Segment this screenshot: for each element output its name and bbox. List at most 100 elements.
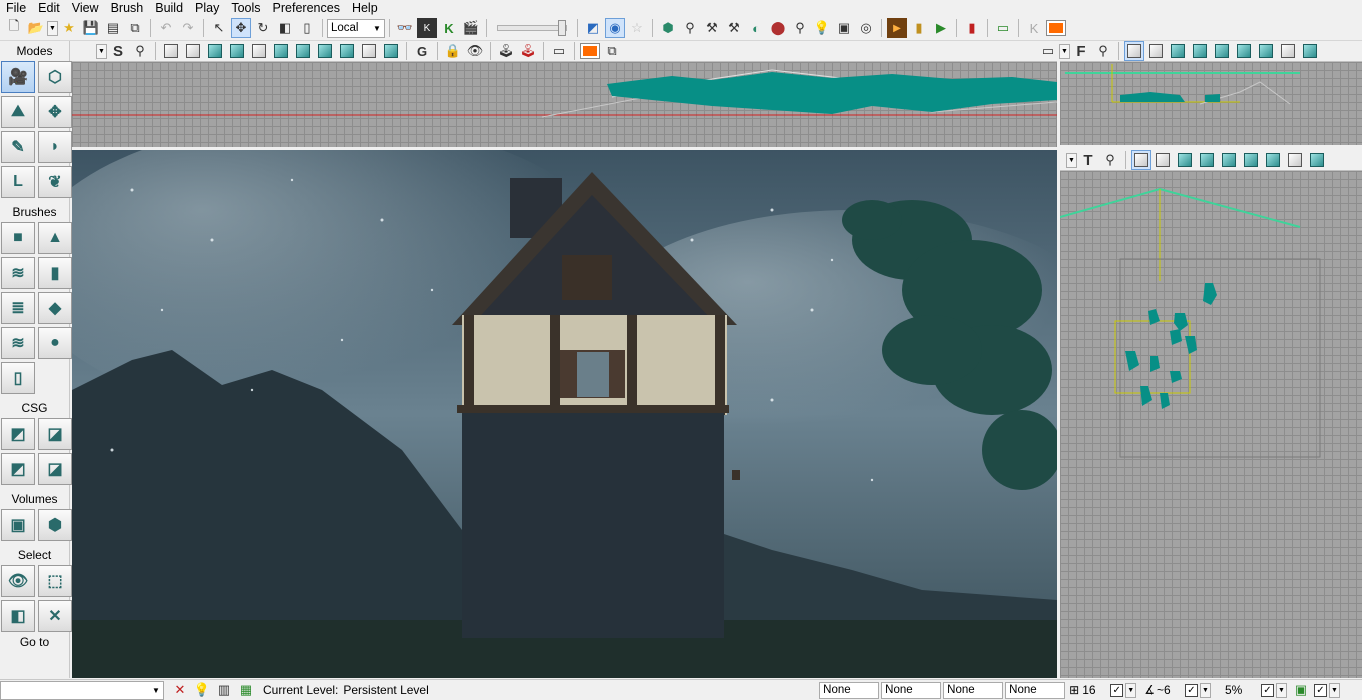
autosave-dropdown[interactable]: ▼ <box>1329 682 1340 698</box>
generic-browser-icon[interactable]: ⬤ <box>768 18 788 38</box>
texture-density-icon[interactable] <box>293 41 313 61</box>
landscape-button[interactable]: L <box>1 166 35 198</box>
menu-preferences[interactable]: Preferences <box>267 0 346 16</box>
cylinder-brush-button[interactable]: ▮ <box>38 257 72 289</box>
lighting-only-icon[interactable] <box>249 41 269 61</box>
hide-selected-button[interactable]: ⬚ <box>38 565 72 597</box>
texture-align-button[interactable]: ✎ <box>1 131 35 163</box>
select-arrow-icon[interactable]: ↖ <box>209 18 229 38</box>
joystick-red-icon[interactable]: 🕹 <box>518 41 538 61</box>
kill-icon[interactable]: ✕ <box>170 680 190 700</box>
static-mesh-button[interactable]: ◗ <box>38 131 72 163</box>
light-complexity-icon[interactable] <box>1234 41 1254 61</box>
search-actors-icon[interactable]: ⚲ <box>790 18 810 38</box>
select-none-button[interactable]: ✕ <box>38 600 72 632</box>
spiral-stair-button[interactable]: ≋ <box>1 327 35 359</box>
realtime-toggle-icon[interactable]: ⚲ <box>1093 41 1113 61</box>
matinee-clapper-icon[interactable]: 🎬 <box>461 18 481 38</box>
lit-icon[interactable] <box>1197 150 1217 170</box>
viewport-color-swatch[interactable] <box>580 41 600 61</box>
build-lighting-icon[interactable]: ◉ <box>605 18 625 38</box>
non-uniform-scale-icon[interactable]: ▯ <box>297 18 317 38</box>
grid-level-icon[interactable]: ▥ <box>214 680 234 700</box>
build-cover-icon[interactable]: ⚲ <box>680 18 700 38</box>
brush-wireframe-icon[interactable] <box>1146 41 1166 61</box>
wireframe-icon[interactable] <box>161 41 181 61</box>
menu-view[interactable]: View <box>66 0 105 16</box>
wireframe-icon[interactable] <box>1131 150 1151 170</box>
unreal-console-icon[interactable]: ▭ <box>993 18 1013 38</box>
move-widget-button[interactable]: ✥ <box>38 96 72 128</box>
static-mesh-editor-icon[interactable]: ◎ <box>856 18 876 38</box>
maximize-box-icon[interactable]: ▭ <box>1038 41 1058 61</box>
sheet-brush-button[interactable]: ◆ <box>38 292 72 324</box>
light-complexity-icon[interactable] <box>271 41 291 61</box>
scale-snap-dropdown[interactable]: ▼ <box>1276 682 1287 698</box>
autosave-checkbox[interactable]: ✓ <box>1314 683 1327 697</box>
scale-snap-checkbox[interactable]: ✓ <box>1261 683 1274 697</box>
csg-add-button[interactable]: ◩ <box>1 418 35 450</box>
lightbulb-icon[interactable]: 💡 <box>812 18 832 38</box>
light-complexity-icon[interactable] <box>1241 150 1261 170</box>
open-recent-dropdown[interactable]: ▼ <box>47 20 58 36</box>
reflections-icon[interactable] <box>1285 150 1305 170</box>
play-on-console-icon[interactable]: ▶ <box>931 18 951 38</box>
kismet-disabled-icon[interactable]: K <box>1024 18 1044 38</box>
top-viewport-grid[interactable] <box>1060 171 1362 678</box>
menu-file[interactable]: File <box>0 0 32 16</box>
show-selected-button[interactable]: 👁 <box>1 565 35 597</box>
unlit-icon[interactable] <box>1175 150 1195 170</box>
lit-icon[interactable] <box>1190 41 1210 61</box>
lighting-only-icon[interactable] <box>1219 150 1239 170</box>
detach-viewport-icon[interactable]: ⧉ <box>602 41 622 61</box>
rotation-snap-dropdown[interactable]: ▼ <box>1200 682 1211 698</box>
build-all-icon[interactable]: ⚒ <box>702 18 722 38</box>
goto-dropdown[interactable]: ▼ <box>0 680 164 700</box>
csg-subtract-button[interactable]: ◪ <box>38 418 72 450</box>
volume-list-button[interactable]: ⬢ <box>38 509 72 541</box>
binoculars-search-icon[interactable]: 👓 <box>395 18 415 38</box>
camera-mode-button[interactable]: 🎥 <box>1 61 35 93</box>
viewport-options-dropdown[interactable]: ▼ <box>1066 152 1077 168</box>
redo-icon[interactable]: ↷ <box>178 18 198 38</box>
reflections-icon[interactable] <box>1278 41 1298 61</box>
add-volume-button[interactable]: ▣ <box>1 509 35 541</box>
rotation-snap-checkbox[interactable]: ✓ <box>1185 683 1198 697</box>
save-all-icon[interactable]: ▤ <box>103 18 123 38</box>
menu-tools[interactable]: Tools <box>225 0 266 16</box>
lightmap-density-icon[interactable] <box>337 41 357 61</box>
content-browser-icon[interactable]: ◐ <box>746 18 766 38</box>
viewport-options-dropdown[interactable]: ▼ <box>96 43 107 59</box>
unlit-icon[interactable] <box>1168 41 1188 61</box>
save-icon[interactable]: 💾 <box>81 18 101 38</box>
kismet-icon[interactable]: K <box>417 18 437 38</box>
translate-widget-icon[interactable]: ✥ <box>231 18 251 38</box>
brush-wireframe-icon[interactable] <box>183 41 203 61</box>
geometry-mode-button[interactable]: ⬡ <box>38 61 72 93</box>
terrain-mode-button[interactable]: ⛰ <box>1 96 35 128</box>
texture-density-icon[interactable] <box>1256 41 1276 61</box>
slider-thumb[interactable] <box>558 20 566 36</box>
grid-snap-checkbox[interactable]: ✓ <box>1110 683 1124 697</box>
sphere-brush-button[interactable]: ● <box>38 327 72 359</box>
build-geometry-icon[interactable]: ◩ <box>583 18 603 38</box>
menu-brush[interactable]: Brush <box>105 0 150 16</box>
drag-grid-slider[interactable] <box>497 20 567 36</box>
foliage-button[interactable]: ❦ <box>38 166 72 198</box>
cone-brush-button[interactable]: ▲ <box>38 222 72 254</box>
front-viewport-grid[interactable] <box>1060 62 1362 145</box>
menu-edit[interactable]: Edit <box>32 0 66 16</box>
lock-icon[interactable]: 🔒 <box>443 41 463 61</box>
side-viewport-grid[interactable] <box>72 62 1057 147</box>
current-level-icon[interactable]: ▦ <box>236 680 256 700</box>
build-fluid-icon[interactable]: ⚒ <box>724 18 744 38</box>
menu-build[interactable]: Build <box>149 0 189 16</box>
volumetric-brush-button[interactable]: ▯ <box>1 362 35 394</box>
csg-deintersect-button[interactable]: ◪ <box>38 453 72 485</box>
texture-density-icon[interactable] <box>1263 150 1283 170</box>
cube-brush-button[interactable]: ■ <box>1 222 35 254</box>
save-as-icon[interactable]: ⧉ <box>125 18 145 38</box>
scene-manager-icon[interactable]: ▣ <box>834 18 854 38</box>
draw-color-swatch[interactable] <box>1046 18 1066 38</box>
perspective-viewport[interactable] <box>72 150 1057 678</box>
